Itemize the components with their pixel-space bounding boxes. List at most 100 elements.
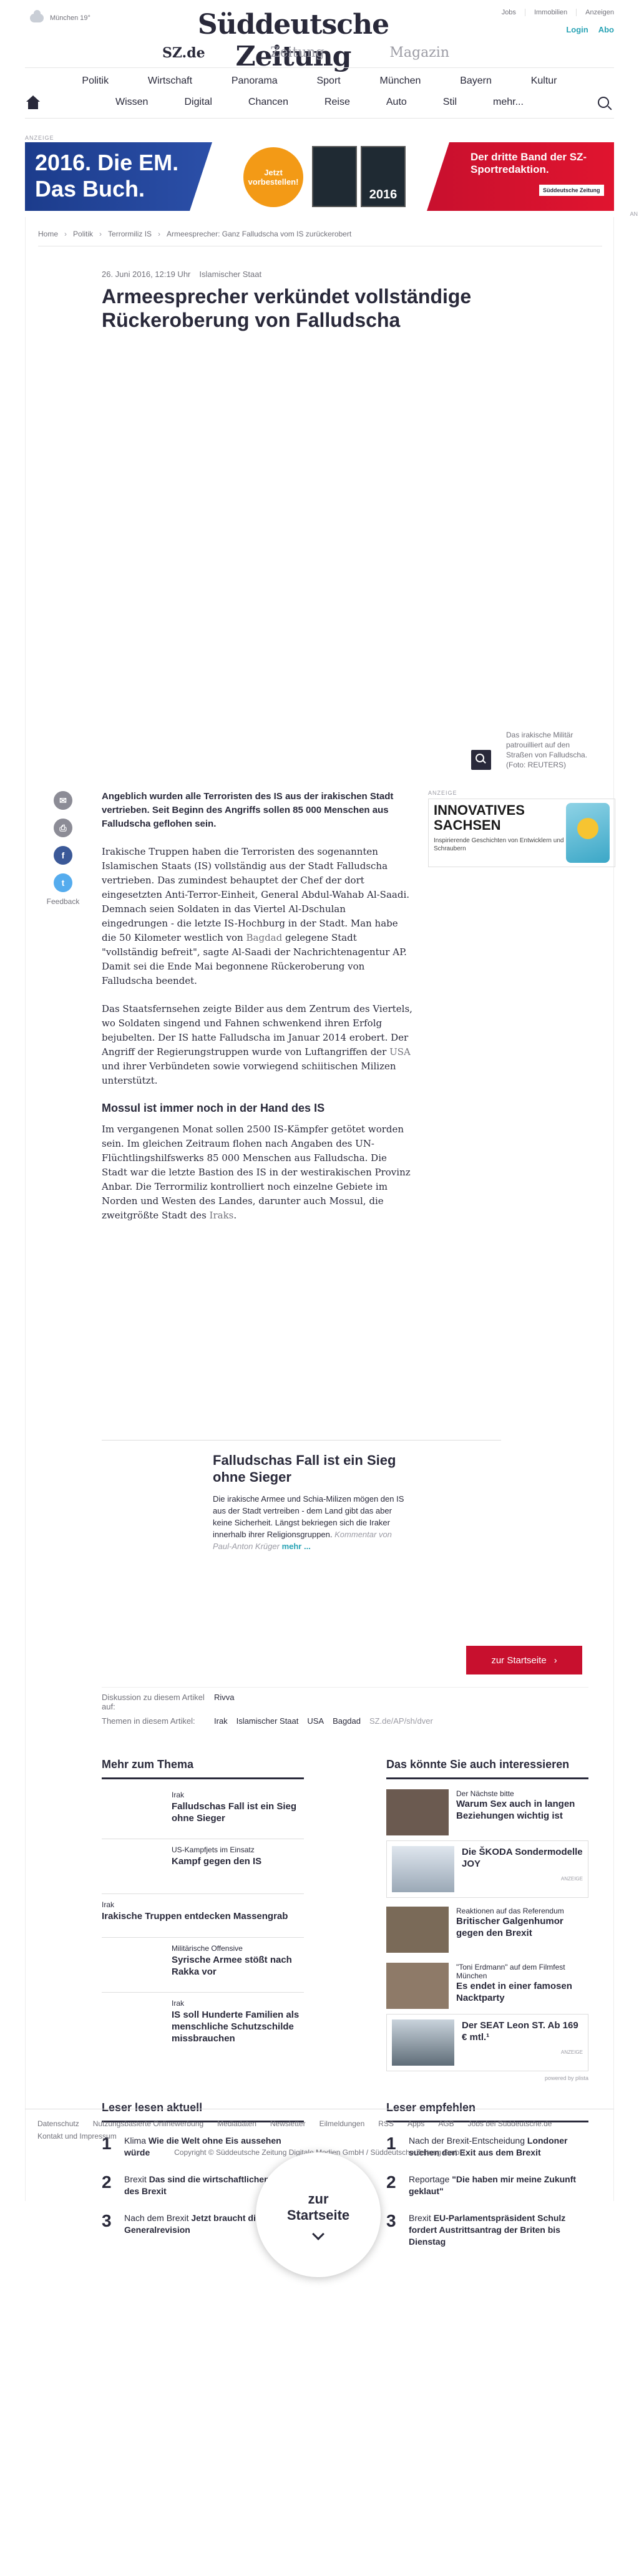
recommendation-item[interactable]: Reaktionen auf das Referendum Britischer … xyxy=(386,1902,588,1958)
sponsor-label: ANZEIGE xyxy=(560,1876,583,1882)
item-title[interactable]: Falludschas Fall ist ein Sieg ohne Siege… xyxy=(172,1801,304,1824)
item-title[interactable]: Es endet in einer famosen Nacktparty xyxy=(456,1980,588,2004)
powered-by[interactable]: powered by plista xyxy=(386,2075,588,2081)
paragraph-text: Im vergangenen Monat sollen 2500 IS-Kämp… xyxy=(102,1124,411,1221)
ranked-item[interactable]: 3 Brexit EU-Parlamentspräsident Schulz f… xyxy=(386,2205,588,2255)
topic-bagdad[interactable]: Bagdad xyxy=(333,1716,361,1726)
nav-stil[interactable]: Stil xyxy=(443,97,457,108)
nav-wissen[interactable]: Wissen xyxy=(115,97,148,108)
ranked-item[interactable]: 2 Reportage "Die haben mir meine Zukunft… xyxy=(386,2166,588,2205)
item-title[interactable]: Warum Sex auch in langen Beziehungen wic… xyxy=(456,1798,588,1822)
item-title[interactable]: Die ŠKODA Sondermodelle JOY xyxy=(462,1846,583,1870)
item-kicker: Reportage xyxy=(409,2174,450,2184)
short-link: SZ.de/AP/sh/dver xyxy=(369,1716,433,1726)
footer-link[interactable]: AGB xyxy=(438,2119,454,2128)
nav-muenchen[interactable]: München xyxy=(380,75,421,87)
startseite-button[interactable]: zur Startseite › xyxy=(466,1646,582,1674)
item-title[interactable]: IS soll Hunderte Familien als menschlich… xyxy=(172,2009,304,2044)
article-meta: 26. Juni 2016, 12:19 Uhr Islamischer Sta… xyxy=(102,270,261,279)
nav-kultur[interactable]: Kultur xyxy=(531,75,557,87)
recommendation-item[interactable]: "Toni Erdmann" auf dem Filmfest München E… xyxy=(386,1958,588,2014)
mail-icon[interactable]: ✉ xyxy=(54,791,72,810)
brand-tab-magazin[interactable]: Magazin xyxy=(389,45,449,61)
item-title[interactable]: Irakische Truppen entdecken Massengrab xyxy=(102,1910,288,1922)
nav-mehr[interactable]: mehr... xyxy=(493,97,524,108)
ad-left-text: 2016. Die EM. Das Buch. xyxy=(25,142,212,211)
nav-reise[interactable]: Reise xyxy=(324,97,350,108)
recommendation-item[interactable]: Der Nächste bitte Warum Sex auch in lange… xyxy=(386,1784,588,1840)
nav-panorama[interactable]: Panorama xyxy=(232,75,278,87)
twitter-icon[interactable]: t xyxy=(54,873,72,892)
breadcrumb-politik[interactable]: Politik xyxy=(73,230,93,238)
article-topic[interactable]: Islamischer Staat xyxy=(199,270,261,279)
article-photo[interactable] xyxy=(102,373,501,760)
breadcrumb-home[interactable]: Home xyxy=(38,230,58,238)
topic-islamischer-staat[interactable]: Islamischer Staat xyxy=(237,1716,299,1726)
discussion-rivva-link[interactable]: Rivva xyxy=(214,1693,235,1711)
rank-number: 3 xyxy=(102,2211,112,2230)
facebook-icon[interactable]: f xyxy=(54,846,72,865)
toplink-anzeigen[interactable]: Anzeigen xyxy=(576,9,614,16)
link-bagdad[interactable]: Bagdad xyxy=(246,932,283,943)
footer-link[interactable]: Mediadaten xyxy=(217,2119,256,2128)
paragraph-text: Irakische Truppen haben die Terroristen … xyxy=(102,846,410,943)
ad-sachsen[interactable]: ANZEIGE INNOVATIVES SACHSEN Inspirierend… xyxy=(428,790,615,867)
nav-politik[interactable]: Politik xyxy=(82,75,109,87)
item-title[interactable]: EU-Parlamentspräsident Schulz fordert Au… xyxy=(409,2213,565,2247)
paragraph-text: und ihrer Verbündeten sowie vorwiegend s… xyxy=(102,1061,396,1086)
site-logo[interactable]: Süddeutsche Zeitung xyxy=(150,9,437,72)
footer-link[interactable]: RSS xyxy=(378,2119,394,2128)
topics-row: Themen in diesem Artikel: Irak Islamisch… xyxy=(102,1716,588,1726)
content-frame: Home › Politik › Terrormiliz IS › Armees… xyxy=(25,217,615,2247)
login-link[interactable]: Login xyxy=(566,25,588,34)
nav-bayern[interactable]: Bayern xyxy=(460,75,492,87)
toplink-jobs[interactable]: Jobs xyxy=(502,9,516,16)
related-teaser[interactable]: Falludschas Fall ist ein Sieg ohne Siege… xyxy=(102,1440,501,1565)
link-usa[interactable]: USA xyxy=(389,1046,411,1057)
list-item[interactable]: US-Kampfjets im Einsatz Kampf gegen den I… xyxy=(102,1839,304,1894)
nav-digital[interactable]: Digital xyxy=(184,97,212,108)
list-item[interactable]: Irak IS soll Hunderte Familien als mensch… xyxy=(102,1993,304,2051)
magnifier-icon xyxy=(476,754,484,762)
list-item[interactable]: Militärische Offensive Syrische Armee stö… xyxy=(102,1938,304,1993)
item-title[interactable]: Syrische Armee stößt nach Rakka vor xyxy=(172,1954,304,1978)
footer-link[interactable]: Eilmeldungen xyxy=(320,2119,365,2128)
nav-wirtschaft[interactable]: Wirtschaft xyxy=(148,75,192,87)
nav-chancen[interactable]: Chancen xyxy=(248,97,288,108)
teaser-more-link[interactable]: mehr ... xyxy=(282,1542,311,1551)
item-title[interactable]: Der SEAT Leon ST. Ab 169 € mtl.¹ xyxy=(462,2019,583,2043)
nav-auto[interactable]: Auto xyxy=(386,97,407,108)
print-icon[interactable]: ⎙ xyxy=(54,819,72,837)
brand-tab-zeitung[interactable]: Zeitung xyxy=(270,45,324,61)
floating-startseite-button[interactable]: zur Startseite xyxy=(256,2152,381,2277)
breadcrumb-terrormiliz[interactable]: Terrormiliz IS xyxy=(108,230,152,238)
zoom-button[interactable] xyxy=(471,750,491,770)
item-title[interactable]: Kampf gegen den IS xyxy=(172,1855,261,1867)
sponsored-item[interactable]: Der SEAT Leon ST. Ab 169 € mtl.¹ ANZEIGE xyxy=(386,2014,588,2071)
footer-link[interactable]: Apps xyxy=(407,2119,424,2128)
ad-banner-em-buch[interactable]: 2016. Die EM. Das Buch. Jetzt vorbestell… xyxy=(25,142,614,211)
brand-tab-szde[interactable]: SZ.de xyxy=(162,45,205,61)
thumbnail xyxy=(102,1999,164,2040)
nav-sport[interactable]: Sport xyxy=(316,75,340,87)
weather-widget[interactable]: München 19° xyxy=(30,10,90,22)
item-title[interactable]: Britischer Galgenhumor gegen den Brexit xyxy=(456,1915,588,1939)
search-icon[interactable] xyxy=(598,97,609,108)
footer-link[interactable]: Kontakt und Impressum xyxy=(37,2132,117,2141)
footer-link[interactable]: Jobs bei Süddeutsche.de xyxy=(468,2119,552,2128)
footer-link[interactable]: Newsletter xyxy=(270,2119,306,2128)
list-item[interactable]: Irak Falludschas Fall ist ein Sieg ohne S… xyxy=(102,1784,304,1839)
topic-usa[interactable]: USA xyxy=(307,1716,324,1726)
topic-irak[interactable]: Irak xyxy=(214,1716,228,1726)
teaser-title[interactable]: Falludschas Fall ist ein Sieg ohne Siege… xyxy=(213,1452,406,1485)
footer-link[interactable]: Datenschutz xyxy=(37,2119,79,2128)
teaser-image[interactable] xyxy=(102,1449,202,1524)
sponsored-item[interactable]: Die ŠKODA Sondermodelle JOY ANZEIGE xyxy=(386,1840,588,1898)
home-icon[interactable] xyxy=(25,95,41,109)
footer-link[interactable]: Nutzungsbasierte Onlinewerbung xyxy=(93,2119,203,2128)
toplink-immobilien[interactable]: Immobilien xyxy=(524,9,567,16)
abo-link[interactable]: Abo xyxy=(598,25,614,34)
feedback-link[interactable]: Feedback xyxy=(47,897,80,906)
link-irak[interactable]: Iraks xyxy=(210,1210,234,1221)
list-item[interactable]: Irak Irakische Truppen entdecken Massengr… xyxy=(102,1894,304,1938)
